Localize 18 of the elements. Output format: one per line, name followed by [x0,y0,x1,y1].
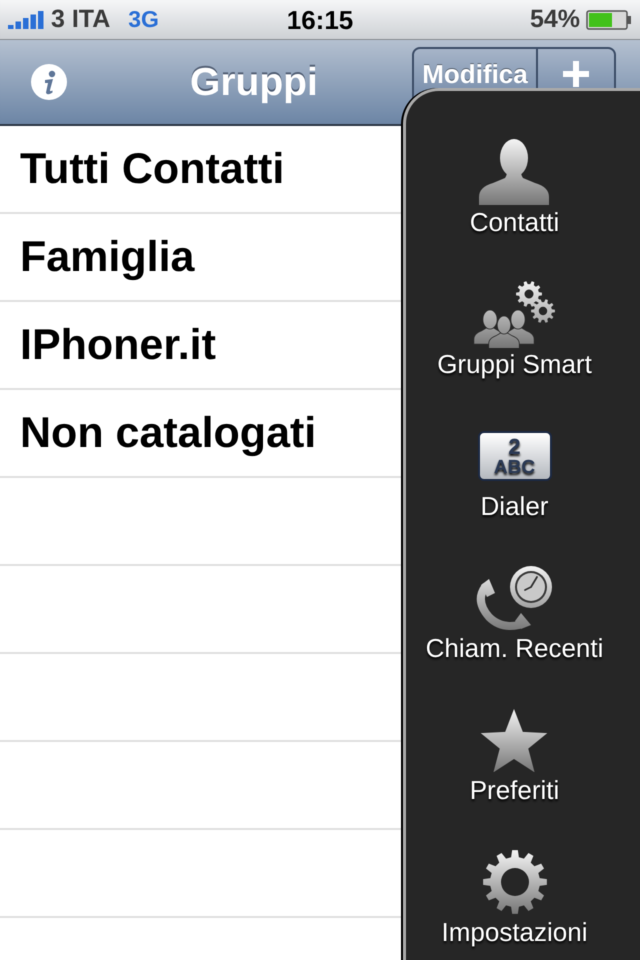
phone-clock-icon [475,565,554,631]
menu-item[interactable]: Chiam. Recenti [426,563,604,663]
star-icon [480,708,548,772]
battery-percent: 54% [530,7,580,32]
plus-icon [563,61,589,87]
menu-item[interactable]: Preferiti [470,705,560,805]
person-icon [479,139,550,205]
keypad-key: 2 ABC [478,431,552,481]
carrier-name: 3 ITA [51,7,110,32]
network-type: 3G [128,8,159,31]
clock-time: 16:15 [286,6,354,32]
people-gears-icon [473,280,556,348]
menu-item[interactable]: Impostazioni [442,847,588,947]
info-icon[interactable] [31,64,67,100]
screen-title: Gruppi [190,62,318,102]
battery-icon [586,10,632,30]
signal-icon [8,10,45,28]
settings-icon [482,850,546,914]
